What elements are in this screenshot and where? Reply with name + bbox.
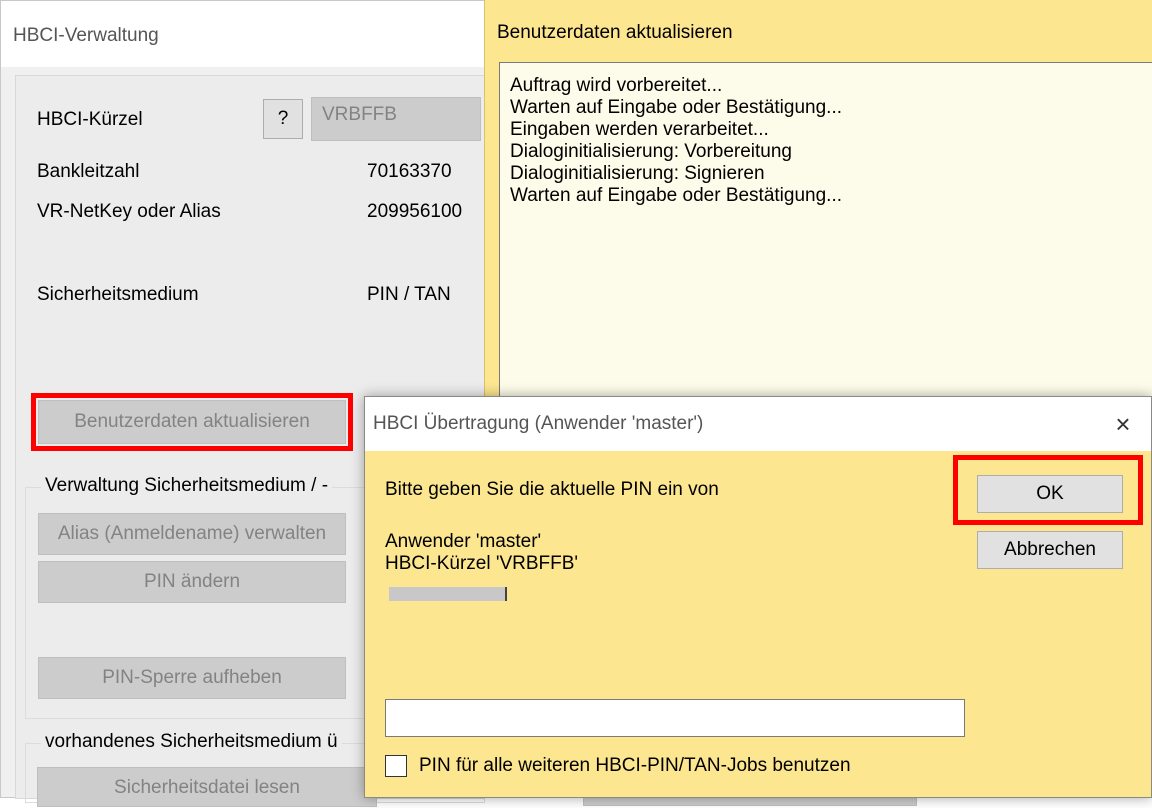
help-icon[interactable]: ? [263, 99, 303, 139]
medium-label: Sicherheitsmedium [37, 284, 199, 305]
netkey-label: VR-NetKey oder Alias [37, 201, 221, 222]
alias-manage-button[interactable]: Alias (Anmeldename) verwalten [38, 513, 346, 555]
dialog-titlebar: HBCI Übertragung (Anwender 'master') × [365, 397, 1151, 451]
log-line: Warten auf Eingabe oder Bestätigung... [510, 97, 843, 118]
remember-pin-label[interactable]: PIN für alle weiteren HBCI-PIN/TAN-Jobs … [419, 755, 851, 777]
log-line: Dialoginitialisierung: Signieren [510, 163, 765, 184]
hbci-uebertragung-dialog: HBCI Übertragung (Anwender 'master') × B… [364, 396, 1152, 798]
pin-change-button[interactable]: PIN ändern [38, 561, 346, 603]
dialog-title: HBCI Übertragung (Anwender 'master') [373, 413, 704, 434]
blz-label: Bankleitzahl [37, 161, 140, 182]
kuerzel-field: VRBFFB [311, 97, 481, 141]
progress-bar [389, 587, 507, 601]
kuerzel-line: HBCI-Kürzel 'VRBFFB' [385, 553, 579, 574]
pin-unlock-button[interactable]: PIN-Sperre aufheben [38, 657, 346, 699]
verwaltung-titlebar: HBCI-Verwaltung [1, 1, 521, 67]
user-line: Anwender 'master' [385, 531, 542, 552]
kuerzel-label: HBCI-Kürzel [37, 109, 143, 130]
group-sicherheitsmedium-label: Verwaltung Sicherheitsmedium / - [41, 475, 333, 497]
medium-value: PIN / TAN [367, 284, 451, 305]
cancel-button[interactable]: Abbrechen [977, 531, 1123, 569]
log-line: Eingaben werden verarbeitet... [510, 119, 769, 140]
log-line: Auftrag wird vorbereitet... [510, 75, 723, 96]
pin-input[interactable] [385, 699, 965, 737]
blz-value: 70163370 [367, 161, 452, 182]
remember-pin-checkbox[interactable] [385, 755, 407, 777]
pin-prompt: Bitte geben Sie die aktuelle PIN ein von [385, 479, 719, 500]
verwaltung-title: HBCI-Verwaltung [13, 25, 159, 46]
read-security-file-button[interactable]: Sicherheitsdatei lesen [37, 767, 377, 807]
benutzerdaten-title: Benutzerdaten aktualisieren [497, 22, 733, 43]
ok-button[interactable]: OK [977, 475, 1123, 513]
log-line: Warten auf Eingabe oder Bestätigung... [510, 185, 843, 206]
log-line: Dialoginitialisierung: Vorbereitung [510, 141, 793, 162]
group-vorhandenes-label: vorhandenes Sicherheitsmedium ü [41, 731, 342, 753]
close-icon[interactable]: × [1103, 405, 1143, 445]
netkey-value: 209956100 [367, 201, 463, 222]
update-userdata-button[interactable]: Benutzerdaten aktualisieren [38, 400, 346, 444]
